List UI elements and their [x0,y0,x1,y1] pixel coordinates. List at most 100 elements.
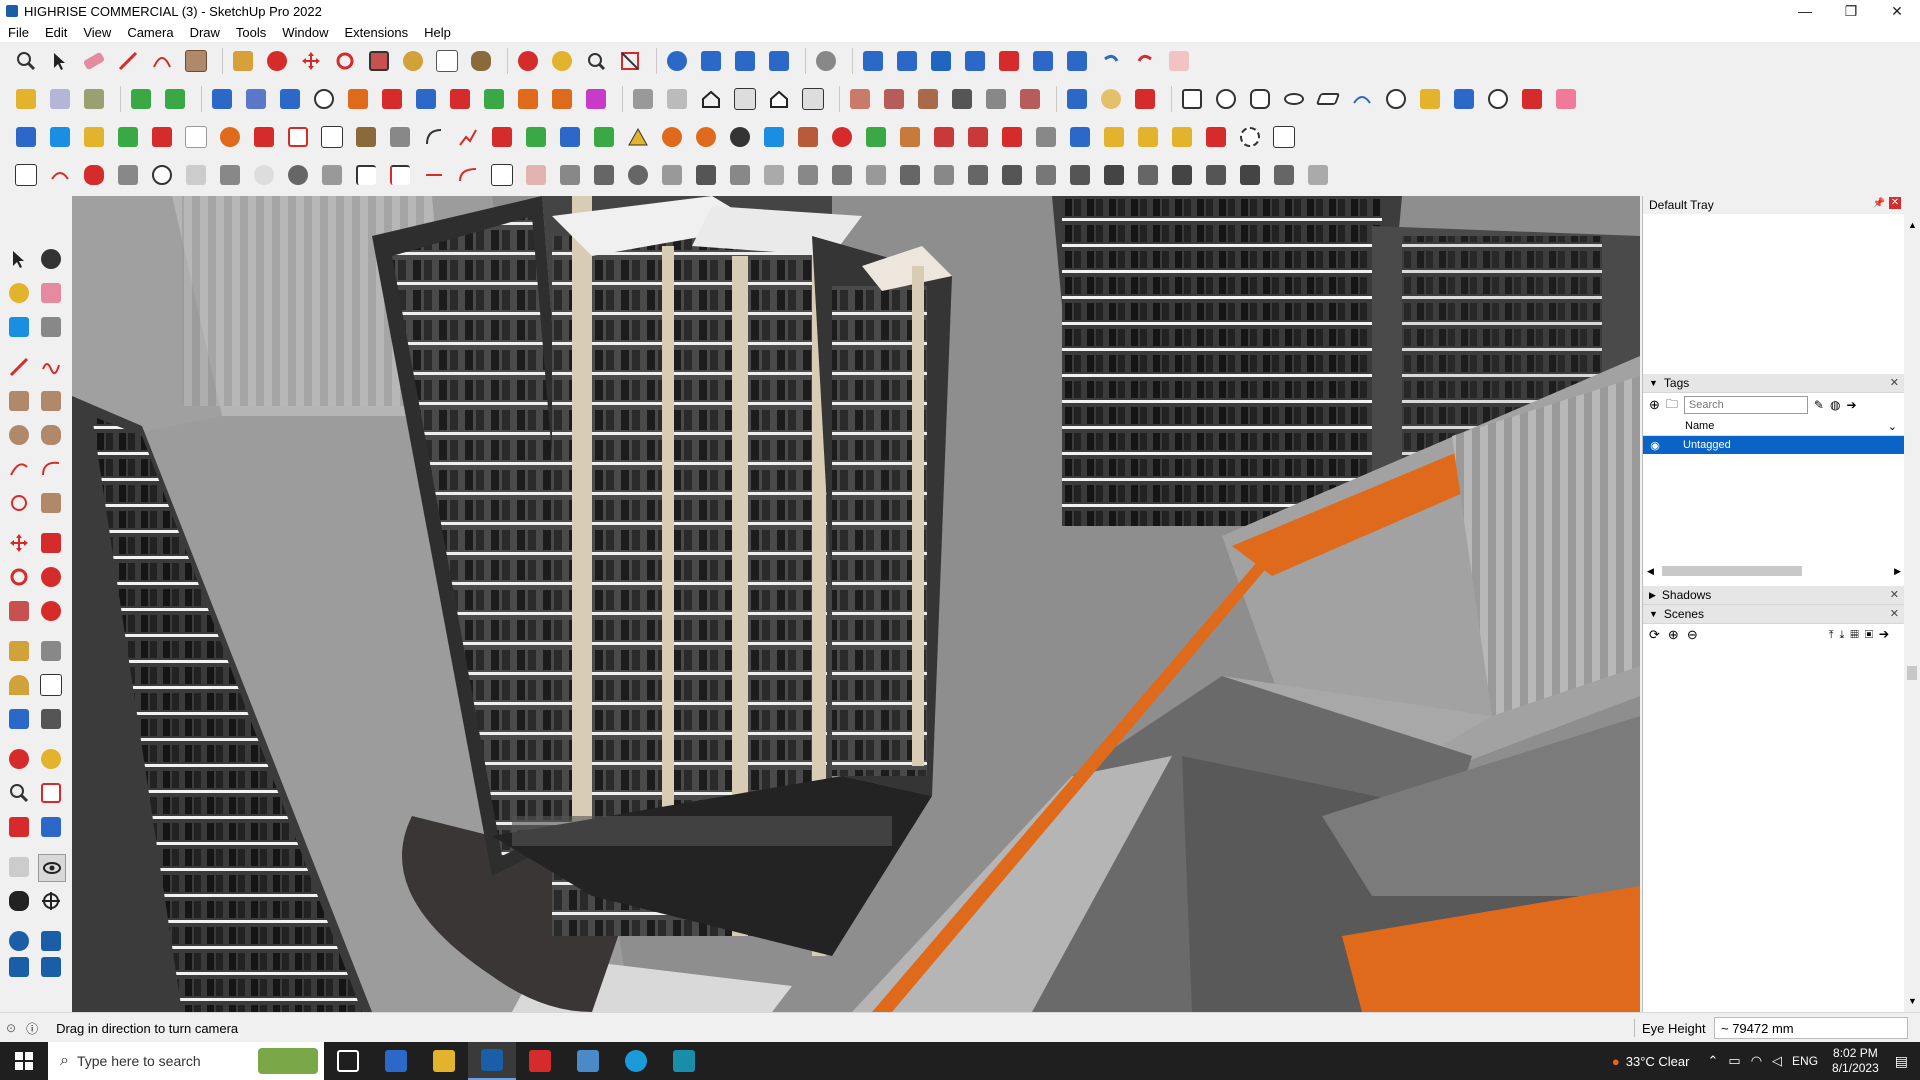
array2-icon[interactable] [1066,123,1094,151]
rail2-icon[interactable] [590,161,618,189]
spring-icon[interactable] [216,161,244,189]
zoom-window-icon[interactable] [38,780,64,806]
axis-v-icon[interactable] [480,85,508,113]
mesh-icon[interactable] [896,123,924,151]
axes-icon[interactable] [6,706,32,732]
previous-view-icon[interactable] [38,814,64,840]
tray-chevron-up-icon[interactable]: ⌃ [1707,1053,1718,1069]
flip-icon[interactable] [995,47,1023,75]
walk-icon[interactable] [6,888,32,914]
styles-icon[interactable] [765,47,793,75]
task-view-icon[interactable] [324,1042,372,1080]
rail15-icon[interactable] [1032,161,1060,189]
bolt-icon[interactable] [352,123,380,151]
rail3-icon[interactable] [624,161,652,189]
house2-icon[interactable] [663,85,691,113]
rail17-icon[interactable] [1100,161,1128,189]
rail22-icon[interactable] [1270,161,1298,189]
extension-icon[interactable] [697,47,725,75]
tags-close-icon[interactable]: ✕ [1890,376,1899,389]
component-icon[interactable] [6,314,32,340]
select-icon[interactable] [6,246,32,272]
tags-column-header[interactable]: Name ⌄ [1643,417,1905,436]
zoom-icon[interactable] [12,47,40,75]
add-folder-icon[interactable]: 🗀 [1666,395,1678,416]
scroll-right-icon[interactable]: ▶ [1894,566,1901,577]
rectangle-icon[interactable] [182,47,210,75]
extrude-icon[interactable] [344,85,372,113]
tags-panel-header[interactable]: ▼ Tags ✕ [1643,374,1905,393]
shape-ellipse-icon[interactable] [1280,85,1308,113]
layer-white-icon[interactable] [182,123,210,151]
material4-icon[interactable] [948,85,976,113]
brush-icon[interactable] [182,161,210,189]
details-arrow-icon[interactable]: ➔ [1846,398,1856,412]
star-icon[interactable] [760,123,788,151]
scroll-down-icon[interactable]: ▼ [1908,996,1917,1006]
measurements-value[interactable]: ~ 79472 mm [1714,1017,1908,1039]
group-icon[interactable] [1270,123,1298,151]
layer-yellow-icon[interactable] [80,123,108,151]
chevron-down-icon[interactable]: ⌄ [1888,420,1897,433]
pie-icon[interactable] [38,490,64,516]
rail11-icon[interactable] [896,161,924,189]
warning-icon[interactable] [624,123,652,151]
notification-icon[interactable]: ▤ [1895,1053,1908,1070]
extension-warehouse-icon[interactable] [38,928,64,954]
warehouse-icon[interactable] [663,47,691,75]
add-scene-icon[interactable]: ⊕ [1668,627,1679,643]
magnet-icon[interactable] [828,123,856,151]
fan-icon[interactable] [318,161,346,189]
layout-icon[interactable] [731,47,759,75]
spline-icon[interactable] [12,161,40,189]
tag-color-icon[interactable]: ◍ [1830,398,1840,412]
layers-icon[interactable] [6,954,32,980]
offset-icon[interactable] [420,123,448,151]
home2-icon[interactable] [731,85,759,113]
refresh-icon[interactable]: ⟳ [1649,627,1660,643]
pin-icon[interactable]: 📌 [1873,198,1885,209]
volume-icon[interactable]: ◁ [1772,1053,1782,1069]
hatch2-icon[interactable] [1134,123,1162,151]
warehouse-icon[interactable] [6,928,32,954]
shape-spiral-icon[interactable] [1382,85,1410,113]
menu-extensions[interactable]: Extensions [337,25,417,40]
rotated-rect-icon[interactable] [38,388,64,414]
acrobat-icon[interactable] [516,1042,564,1080]
cross-red-icon[interactable] [488,123,516,151]
rail4-icon[interactable] [658,161,686,189]
face-icon[interactable] [208,85,236,113]
menu-window[interactable]: Window [274,25,336,40]
line-red-icon[interactable] [420,161,448,189]
scroll-up-icon[interactable]: ▲ [1908,220,1917,230]
arc-icon[interactable] [148,47,176,75]
axis-x-icon[interactable] [378,85,406,113]
select-icon[interactable] [46,47,74,75]
protractor-icon[interactable] [6,672,32,698]
flag-icon[interactable] [318,123,346,151]
section-icon[interactable] [859,47,887,75]
knife-icon[interactable] [1131,85,1159,113]
orbit2-icon[interactable] [6,746,32,772]
pin-icon[interactable] [1484,85,1512,113]
paint-icon[interactable] [6,280,32,306]
axis-y-icon[interactable] [412,85,440,113]
hatch3-icon[interactable] [1168,123,1196,151]
freehand-icon[interactable] [38,354,64,380]
shape-arc-icon[interactable] [1348,85,1376,113]
push-pull-icon[interactable] [38,530,64,556]
cone-icon[interactable] [590,123,618,151]
move-icon[interactable] [6,530,32,556]
layer-blue2-icon[interactable] [46,123,74,151]
position-camera-icon[interactable] [6,854,32,880]
scale-icon[interactable] [6,598,32,624]
calculator-icon[interactable] [372,1042,420,1080]
tape-measure-icon[interactable] [399,47,427,75]
rail21-icon[interactable] [1236,161,1264,189]
solid-icon[interactable] [127,85,155,113]
file-explorer-icon[interactable] [420,1042,468,1080]
corner2-icon[interactable] [386,161,414,189]
material6-icon[interactable] [1016,85,1044,113]
pan-icon[interactable] [548,47,576,75]
grid-green-icon[interactable] [862,123,890,151]
